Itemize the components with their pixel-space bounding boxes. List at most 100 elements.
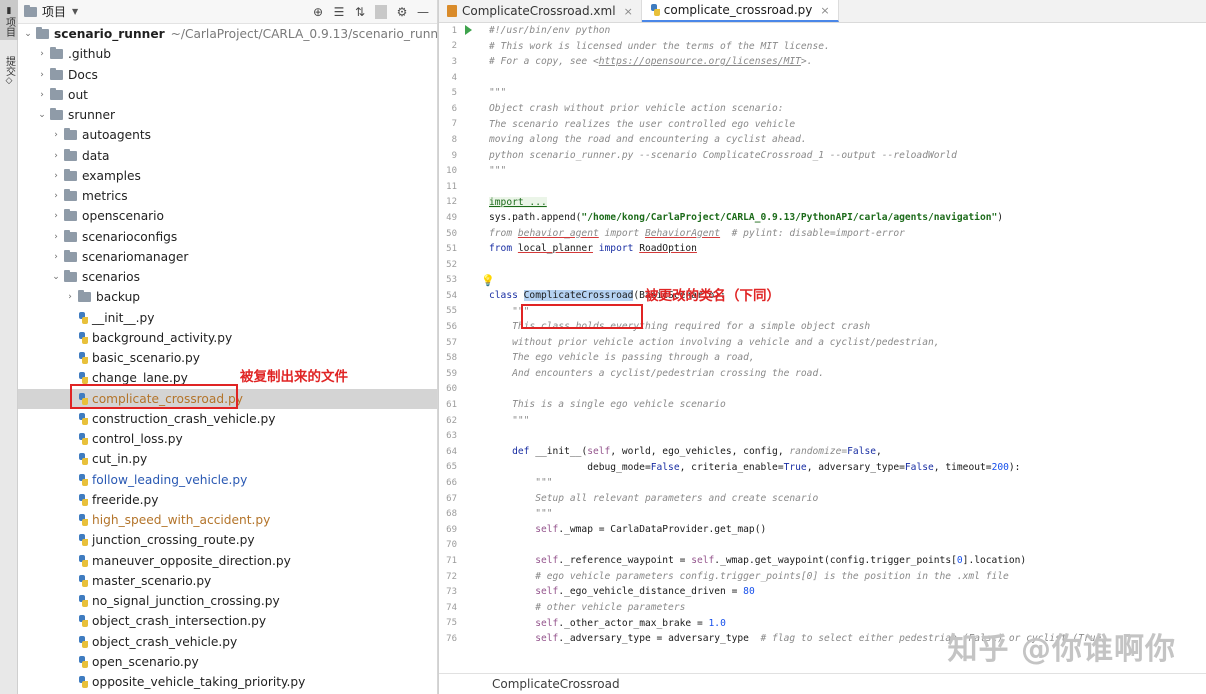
tree-file-junction-crossing-route[interactable]: junction_crossing_route.py — [18, 530, 437, 550]
expanded-arrow-icon[interactable]: ⌄ — [50, 272, 62, 282]
tree-file-basic-scenario[interactable]: basic_scenario.py — [18, 348, 437, 368]
folder-icon — [78, 290, 91, 303]
tree-file-no-signal-junction-crossing[interactable]: no_signal_junction_crossing.py — [18, 591, 437, 611]
tree-file-master-scenario[interactable]: master_scenario.py — [18, 571, 437, 591]
tree-file-change-lane[interactable]: change_lane.py — [18, 368, 437, 388]
xml-file-icon — [447, 5, 457, 17]
tab-label: ComplicateCrossroad.xml — [462, 4, 616, 18]
close-icon[interactable]: × — [624, 5, 633, 18]
tree-file-background-activity[interactable]: background_activity.py — [18, 328, 437, 348]
code-line: """ — [489, 477, 553, 489]
tree-file-opposite-vehicle-taking-priority[interactable]: opposite_vehicle_taking_priority.py — [18, 672, 437, 692]
tree-item-github[interactable]: › .github — [18, 44, 437, 64]
tree-item-scenario-runner[interactable]: ⌄ scenario_runner ~/CarlaProject/CARLA_0… — [18, 24, 437, 44]
tree-file-control-loss[interactable]: control_loss.py — [18, 429, 437, 449]
collapsed-arrow-icon[interactable]: › — [36, 90, 48, 100]
folded-imports[interactable]: import ... — [489, 196, 547, 208]
collapsed-arrow-icon[interactable]: › — [50, 252, 62, 262]
line-number: 6 — [451, 103, 457, 114]
tree-item-label: master_scenario.py — [92, 573, 212, 588]
tree-file-construction-crash-vehicle[interactable]: construction_crash_vehicle.py — [18, 409, 437, 429]
tree-item-scenariomanager[interactable]: › scenariomanager — [18, 247, 437, 267]
tree-file-init[interactable]: __init__.py — [18, 308, 437, 328]
breadcrumb-item[interactable]: ComplicateCrossroad — [492, 677, 620, 691]
line-number: 76 — [446, 633, 457, 644]
lightbulb-icon[interactable]: 💡 — [481, 273, 495, 289]
collapsed-arrow-icon[interactable]: › — [64, 292, 76, 302]
code-area[interactable]: #!/usr/bin/env python # This work is lic… — [481, 23, 1206, 673]
python-file-icon — [78, 372, 89, 385]
project-tool-button[interactable]: ▮ 项目 — [0, 0, 18, 40]
collapsed-arrow-icon[interactable]: › — [36, 49, 48, 59]
line-number: 71 — [446, 555, 457, 566]
tree-item-autoagents[interactable]: › autoagents — [18, 125, 437, 145]
chevron-down-icon[interactable]: ▼ — [72, 7, 78, 16]
collapsed-arrow-icon[interactable]: › — [50, 151, 62, 161]
project-view-selector[interactable]: 项目 — [42, 3, 66, 20]
collapsed-arrow-icon[interactable]: › — [36, 70, 48, 80]
hide-panel-icon[interactable]: — — [417, 5, 429, 19]
tree-item-label: metrics — [82, 189, 128, 204]
expanded-arrow-icon[interactable]: ⌄ — [36, 110, 48, 120]
tree-item-out[interactable]: › out — [18, 85, 437, 105]
tree-file-follow-leading-vehicle[interactable]: follow_leading_vehicle.py — [18, 470, 437, 490]
collapse-all-icon[interactable]: ⇅ — [354, 5, 366, 19]
folder-icon — [64, 209, 77, 222]
tree-item-data[interactable]: › data — [18, 146, 437, 166]
tree-item-backup[interactable]: › backup — [18, 287, 437, 307]
expand-all-icon[interactable]: ☰ — [333, 5, 345, 19]
tree-item-label: data — [82, 148, 110, 163]
close-icon[interactable]: × — [820, 4, 829, 17]
line-number: 52 — [446, 259, 457, 270]
tree-item-docs[interactable]: › Docs — [18, 65, 437, 85]
gear-icon[interactable]: ⚙ — [396, 5, 408, 19]
tree-item-examples[interactable]: › examples — [18, 166, 437, 186]
tree-file-open-scenario[interactable]: open_scenario.py — [18, 652, 437, 672]
line-number: 61 — [446, 400, 457, 411]
collapsed-arrow-icon[interactable]: › — [50, 191, 62, 201]
folder-icon — [50, 47, 63, 60]
tree-file-object-crash-intersection[interactable]: object_crash_intersection.py — [18, 611, 437, 631]
line-number: 50 — [446, 228, 457, 239]
run-icon[interactable] — [465, 25, 472, 35]
class-name[interactable]: ComplicateCrossroad — [523, 290, 634, 302]
line-number: 53 — [446, 275, 457, 286]
locate-file-icon[interactable]: ⊕ — [312, 5, 324, 19]
license-link[interactable]: https://opensource.org/licenses/MIT — [599, 56, 801, 67]
collapsed-arrow-icon[interactable]: › — [50, 171, 62, 181]
line-number: 63 — [446, 431, 457, 442]
line-number-gutter[interactable]: 1 2 3 4 5 6 7 8 9 10 11 12 49 50 51 52 5… — [439, 23, 485, 673]
tree-item-label: background_activity.py — [92, 330, 233, 345]
tree-item-scenarios[interactable]: ⌄ scenarios — [18, 267, 437, 287]
project-tool-icon: ▮ — [6, 6, 12, 16]
expanded-arrow-icon[interactable]: ⌄ — [22, 29, 34, 39]
tree-file-cut-in[interactable]: cut_in.py — [18, 449, 437, 469]
tree-file-complicate-crossroad[interactable]: complicate_crossroad.py — [18, 388, 437, 409]
code-line: 💡 — [481, 273, 1206, 289]
tree-file-maneuver-opposite-direction[interactable]: maneuver_opposite_direction.py — [18, 551, 437, 571]
code-line: And encounters a cyclist/pedestrian cros… — [489, 368, 825, 380]
collapsed-arrow-icon[interactable]: › — [50, 232, 62, 242]
tree-file-high-speed-with-accident[interactable]: high_speed_with_accident.py — [18, 510, 437, 530]
folder-icon — [50, 67, 63, 80]
code-line: # ego vehicle parameters config.trigger_… — [489, 570, 1009, 582]
commit-tool-button[interactable]: 提交 ◇ — [0, 50, 18, 87]
code-line: without prior vehicle action involving a… — [489, 336, 940, 348]
breadcrumb[interactable]: ComplicateCrossroad — [439, 673, 1206, 694]
tab-complicate-crossroad-py[interactable]: complicate_crossroad.py × — [641, 0, 839, 22]
collapsed-arrow-icon[interactable]: › — [50, 130, 62, 140]
tree-item-metrics[interactable]: › metrics — [18, 186, 437, 206]
folder-icon — [64, 270, 77, 283]
code-line: # other vehicle parameters — [489, 601, 686, 613]
tree-item-srunner[interactable]: ⌄ srunner — [18, 105, 437, 125]
line-number: 8 — [451, 134, 457, 145]
tree-item-scenarioconfigs[interactable]: › scenarioconfigs — [18, 227, 437, 247]
tree-file-object-crash-vehicle[interactable]: object_crash_vehicle.py — [18, 632, 437, 652]
tree-file-freeride[interactable]: freeride.py — [18, 490, 437, 510]
tab-complicate-crossroad-xml[interactable]: ComplicateCrossroad.xml × — [439, 0, 642, 22]
tree-item-label: out — [68, 87, 88, 102]
collapsed-arrow-icon[interactable]: › — [50, 211, 62, 221]
code-line: def __init__(self, world, ego_vehicles, … — [489, 446, 882, 458]
tree-item-openscenario[interactable]: › openscenario — [18, 206, 437, 226]
